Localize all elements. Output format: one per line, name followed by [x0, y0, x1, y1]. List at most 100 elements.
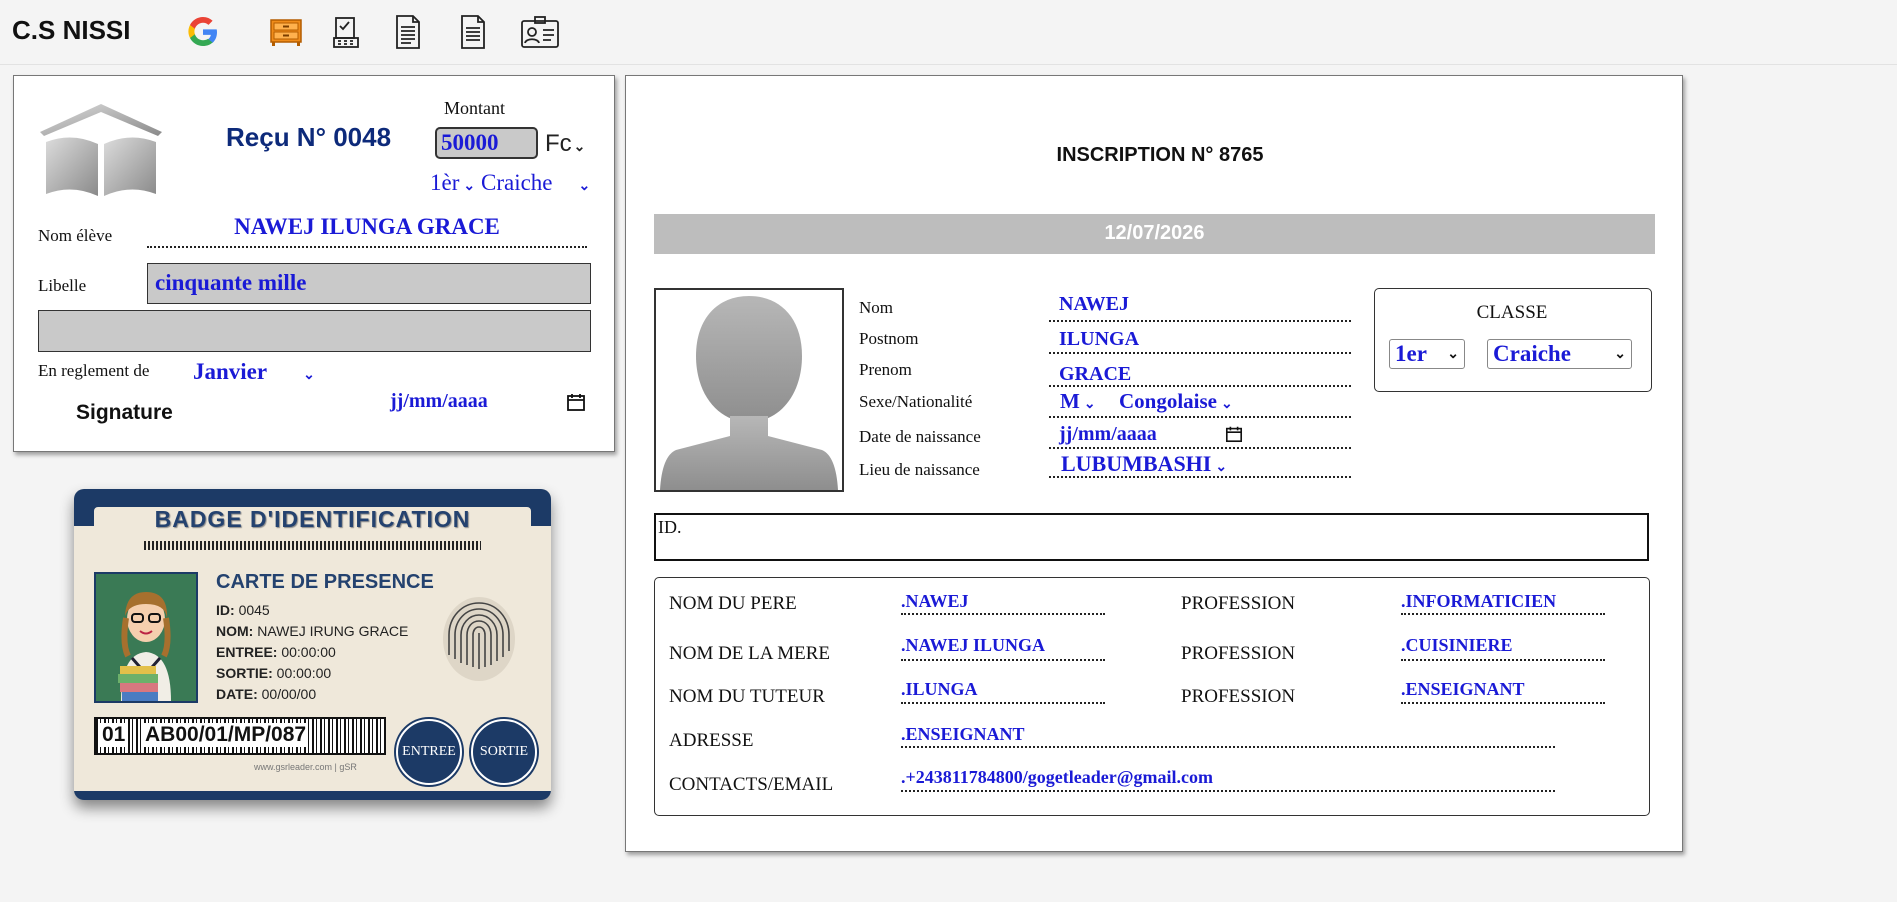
date-naissance-field[interactable]: jj/mm/aaaa — [1049, 423, 1351, 449]
receipt-date-input[interactable]: jj/mm/aaaa — [390, 390, 488, 413]
prenom-label: Prenom — [859, 360, 912, 379]
lieu-naissance-value: LUBUMBASHI — [1061, 451, 1212, 476]
sortie-button-label: SORTIE — [471, 719, 537, 785]
nom-value: NAWEJ — [1059, 293, 1130, 315]
calendar-icon[interactable] — [1225, 425, 1243, 448]
classe-option-select[interactable]: Craiche ⌄ — [1487, 339, 1632, 369]
amount-value: 50000 — [441, 130, 499, 155]
badge-row-value: 00:00:00 — [281, 644, 336, 660]
mere-field[interactable]: .NAWEJ ILUNGA — [901, 635, 1105, 661]
barcode-prefix: 01 — [100, 723, 128, 747]
amount-input[interactable]: 50000 — [435, 127, 538, 159]
date-naissance-label: Date de naissance — [859, 427, 981, 446]
badge-row-nom: NOM: NAWEJ IRUNG GRACE — [216, 621, 408, 642]
classe-level-select[interactable]: 1er ⌄ — [1389, 339, 1465, 369]
file-icon[interactable] — [453, 12, 493, 52]
profession-tuteur-field[interactable]: .ENSEIGNANT — [1401, 679, 1605, 704]
id-badge: BADGE D'IDENTIFICATION CARTE DE PRESENCE… — [74, 489, 551, 800]
drawer-icon[interactable] — [266, 12, 306, 52]
chevron-down-icon: ⌄ — [1447, 346, 1459, 362]
contacts-label: CONTACTS/EMAIL — [669, 774, 834, 795]
nom-label: Nom — [859, 298, 893, 317]
tuteur-field[interactable]: .ILUNGA — [901, 679, 1105, 704]
currency-value: Fc — [545, 130, 572, 157]
receipt-level-select[interactable]: 1èr ⌄ — [430, 170, 475, 196]
calendar-icon[interactable] — [566, 392, 586, 417]
entree-button-label: ENTREE — [396, 719, 462, 785]
receipt-level-value: 1èr — [430, 170, 460, 195]
badge-row-entree: ENTREE: 00:00:00 — [216, 642, 408, 663]
badge-row-value: 00:00:00 — [276, 665, 332, 681]
mere-label: NOM DE LA MERE — [669, 643, 830, 664]
sortie-button[interactable]: SORTIE — [471, 719, 537, 785]
extra-input[interactable] — [38, 310, 591, 352]
date-naissance-placeholder: jj/mm/aaaa — [1059, 423, 1157, 445]
adresse-value: .ENSEIGNANT — [901, 724, 1025, 744]
adresse-field[interactable]: .ENSEIGNANT — [901, 724, 1555, 748]
photo-placeholder[interactable] — [654, 288, 844, 492]
badge-footer-band — [74, 791, 551, 800]
badge-footer: www.gsrleader.com | gSR — [254, 762, 357, 772]
barcode-code: AB00/01/MP/087 — [143, 723, 309, 747]
id-textarea[interactable]: ID. — [654, 513, 1649, 561]
entree-button[interactable]: ENTREE — [396, 719, 462, 785]
student-name-field[interactable]: NAWEJ ILUNGA GRACE — [147, 214, 587, 248]
currency-select[interactable]: Fc ⌄ — [545, 130, 585, 158]
libelle-input[interactable]: cinquante mille — [147, 263, 591, 304]
badge-row-key: SORTIE: — [216, 665, 273, 681]
receipt-option-value: Craiche — [481, 170, 553, 195]
checklist-icon[interactable] — [327, 12, 367, 52]
document-icon[interactable] — [388, 12, 428, 52]
pere-field[interactable]: .NAWEJ — [901, 591, 1105, 615]
classe-level-value: 1er — [1395, 341, 1427, 366]
receipt-option-select[interactable]: Craiche ⌄ — [481, 170, 590, 196]
pere-value: .NAWEJ — [901, 591, 969, 611]
badge-row-id: ID: 0045 — [216, 600, 408, 621]
nationalite-select[interactable]: Congolaise ⌄ — [1119, 389, 1233, 414]
badge-row-value: 00/00/00 — [261, 686, 317, 702]
prenom-field[interactable]: GRACE — [1049, 363, 1351, 387]
month-select[interactable]: Janvier ⌄ — [193, 359, 315, 385]
signature-label: Signature — [76, 401, 173, 424]
chevron-down-icon: ⌄ — [463, 179, 476, 194]
chevron-down-icon: ⌄ — [1221, 397, 1233, 412]
mere-value: .NAWEJ ILUNGA — [901, 635, 1046, 655]
chevron-down-icon: ⌄ — [303, 368, 315, 383]
profession-label: PROFESSION — [1181, 686, 1296, 707]
profession-label: PROFESSION — [1181, 643, 1296, 664]
postnom-label: Postnom — [859, 329, 919, 348]
receipt-date-placeholder: jj/mm/aaaa — [390, 390, 488, 412]
profession-pere-value: .INFORMATICIEN — [1401, 591, 1557, 611]
profession-pere-field[interactable]: .INFORMATICIEN — [1401, 591, 1605, 615]
badge-row-key: DATE: — [216, 686, 258, 702]
inscription-date-bar: 12/07/2026 — [654, 214, 1655, 254]
school-logo — [38, 102, 164, 203]
badge-row-key: ID: — [216, 602, 235, 618]
libelle-label: Libelle — [38, 276, 87, 295]
badge-row-date: DATE: 00/00/00 — [216, 684, 408, 705]
chevron-down-icon: ⌄ — [1614, 346, 1626, 362]
id-label: ID. — [658, 517, 682, 537]
contact-card-icon[interactable] — [520, 12, 560, 52]
chevron-down-icon: ⌄ — [1083, 397, 1096, 412]
profession-mere-field[interactable]: .CUISINIERE — [1401, 635, 1605, 661]
contacts-value: .+243811784800/gogetleader@gmail.com — [901, 767, 1213, 787]
badge-row-key: NOM: — [216, 623, 254, 639]
student-photo — [94, 572, 198, 703]
badge-row-key: ENTREE: — [216, 644, 278, 660]
sexe-select[interactable]: M ⌄ — [1060, 389, 1096, 414]
nom-field[interactable]: NAWEJ — [1049, 293, 1351, 322]
student-name-value: NAWEJ ILUNGA GRACE — [234, 214, 500, 239]
lieu-naissance-select[interactable]: LUBUMBASHI ⌄ — [1049, 451, 1351, 478]
google-icon[interactable] — [183, 12, 223, 52]
prenom-value: GRACE — [1059, 363, 1132, 385]
montant-label: Montant — [444, 98, 505, 118]
profession-label: PROFESSION — [1181, 593, 1296, 614]
badge-title: BADGE D'IDENTIFICATION — [154, 506, 471, 532]
postnom-field[interactable]: ILUNGA — [1049, 328, 1351, 354]
sexe-value: M — [1060, 389, 1080, 413]
nom-eleve-label: Nom élève — [38, 226, 113, 245]
contacts-field[interactable]: .+243811784800/gogetleader@gmail.com — [901, 767, 1555, 792]
badge-row-value: 0045 — [238, 602, 270, 618]
receipt-title: Reçu N° 0048 — [226, 122, 392, 152]
